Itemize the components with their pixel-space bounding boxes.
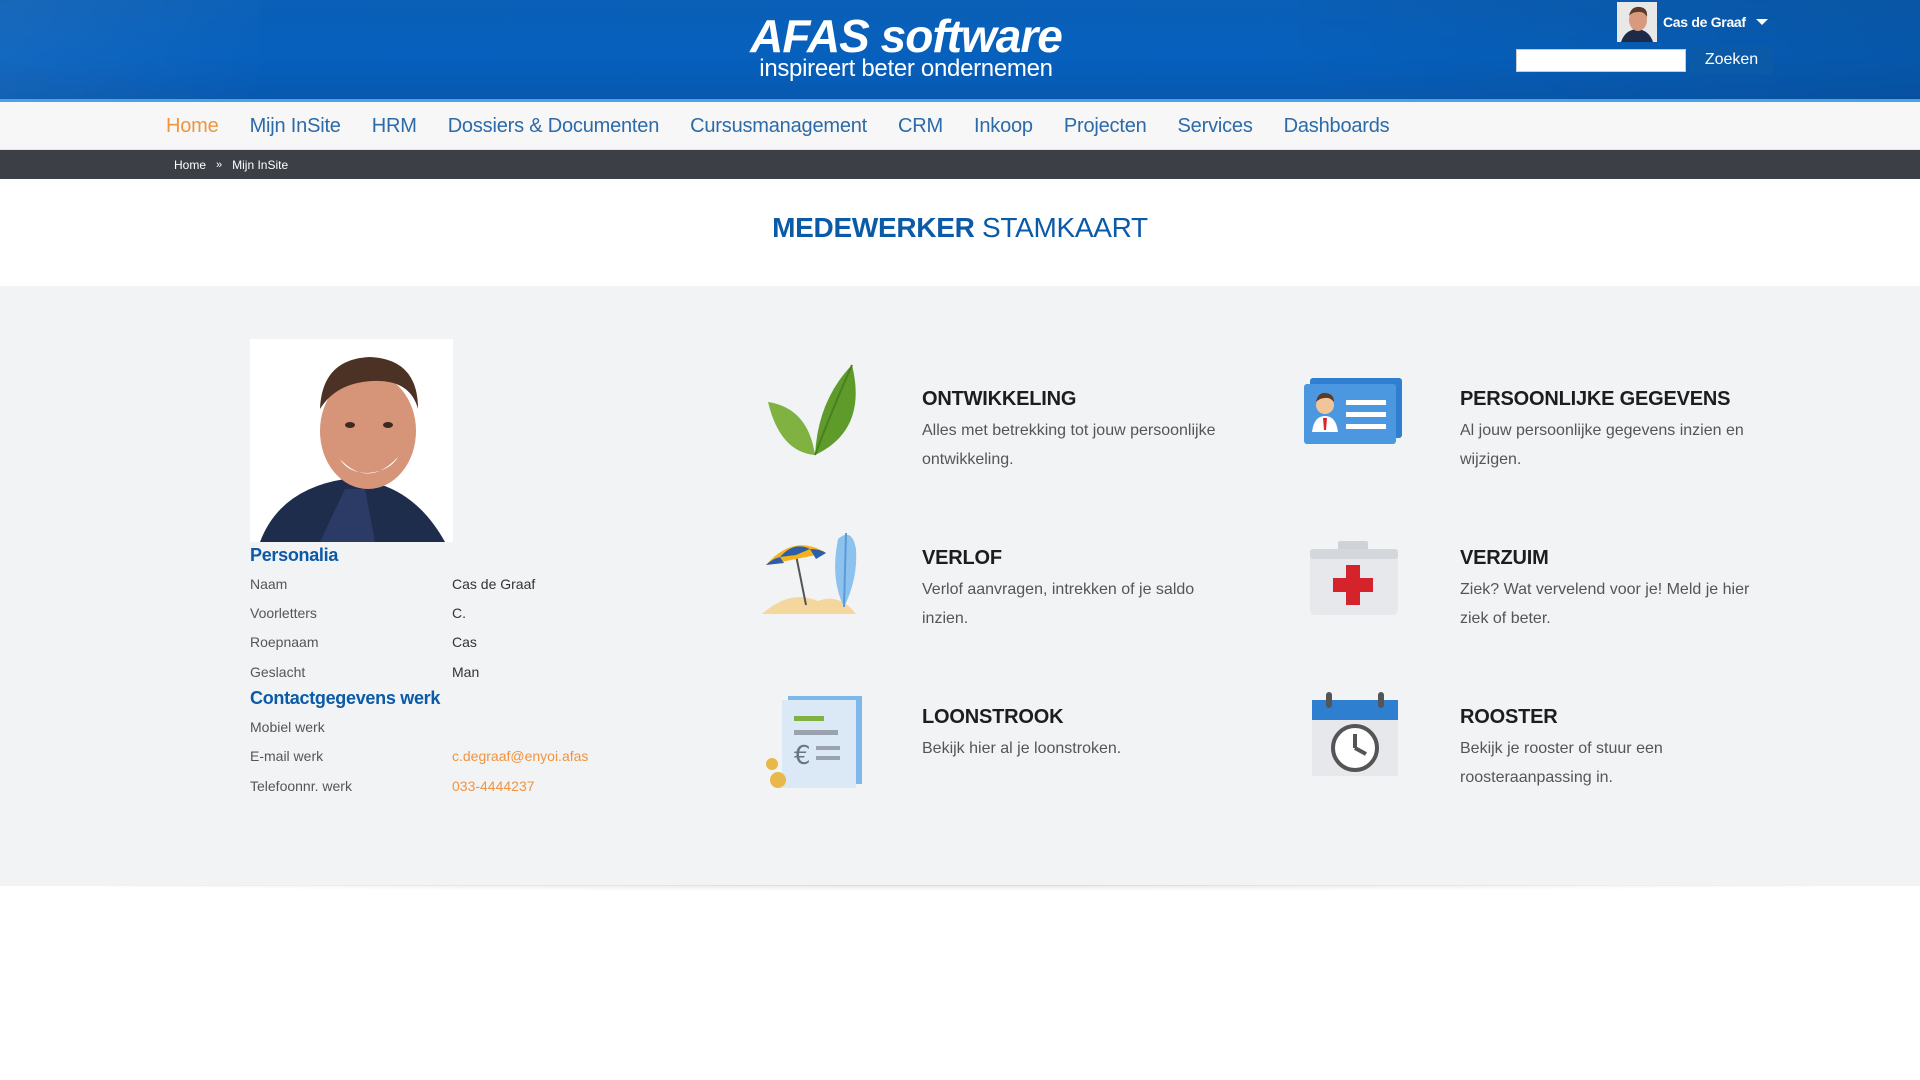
- chevron-down-icon: [1755, 19, 1768, 25]
- field-label: E-mail werk: [250, 747, 324, 764]
- field-label: Telefoonnr. werk: [250, 777, 352, 794]
- tile-ontwikkeling[interactable]: ONTWIKKELING Alles met betrekking tot jo…: [760, 360, 1280, 480]
- contact-row-mobiel: Mobiel werk: [250, 712, 650, 741]
- search-input[interactable]: [1516, 49, 1686, 72]
- leaf-icon: [768, 364, 856, 456]
- field-label: Naam: [250, 575, 288, 592]
- nav-item-inkoop[interactable]: Inkoop: [974, 115, 1033, 138]
- field-value: C.: [452, 604, 466, 621]
- tile-title: ROOSTER: [1460, 706, 1558, 728]
- tile-description: Bekijk hier al je loonstroken.: [922, 740, 1122, 757]
- personalia-row-voorletters: Voorletters C.: [250, 598, 650, 627]
- search-button[interactable]: Zoeken: [1690, 45, 1773, 74]
- field-label: Roepnaam: [250, 633, 319, 650]
- tile-description: Ziek? Wat vervelend voor je! Meld je hie…: [1460, 581, 1750, 627]
- phone-link[interactable]: 033-4444237: [452, 778, 535, 794]
- personalia-row-naam: Naam Cas de Graaf: [250, 569, 650, 598]
- field-value: Cas de Graaf: [452, 575, 536, 592]
- main-navigation: Home Mijn InSite HRM Dossiers & Document…: [0, 102, 1920, 150]
- svg-text:€: €: [794, 741, 811, 771]
- field-label: Geslacht: [250, 663, 306, 680]
- first-aid-kit-icon: [1310, 541, 1398, 615]
- tile-loonstrook[interactable]: € LOONSTROOK Bekijk hier al je loonstrok…: [760, 678, 1280, 798]
- brand-logo[interactable]: AFAS software inspireert beter onderneme…: [746, 8, 1066, 82]
- id-card-icon: [1304, 378, 1402, 444]
- tile-title: VERLOF: [922, 547, 1002, 569]
- contact-row-email: E-mail werk c.degraaf@enyoi.afas: [250, 741, 650, 770]
- tile-description: Alles met betrekking tot jouw persoonlij…: [922, 422, 1216, 468]
- field-label: Mobiel werk: [250, 718, 325, 735]
- user-avatar: [1617, 2, 1657, 42]
- user-menu[interactable]: Cas de Graaf: [1617, 2, 1768, 42]
- nav-item-services[interactable]: Services: [1178, 115, 1253, 138]
- site-header: AFAS software inspireert beter onderneme…: [0, 0, 1920, 102]
- personalia-row-roepnaam: Roepnaam Cas: [250, 627, 650, 656]
- calendar-clock-icon: [1312, 692, 1398, 776]
- header-decoration: [0, 0, 260, 102]
- nav-item-home[interactable]: Home: [166, 115, 219, 138]
- nav-item-mijn-insite[interactable]: Mijn InSite: [250, 115, 341, 138]
- user-name: Cas de Graaf: [1663, 14, 1746, 30]
- nav-item-dashboards[interactable]: Dashboards: [1284, 115, 1390, 138]
- nav-item-hrm[interactable]: HRM: [372, 115, 417, 138]
- content-shadow: [0, 885, 1920, 891]
- field-value: Man: [452, 663, 480, 680]
- tile-persoonlijke-gegevens[interactable]: PERSOONLIJKE GEGEVENS Al jouw persoonlij…: [1298, 360, 1818, 480]
- breadcrumb: Home » Mijn InSite: [0, 150, 1920, 179]
- breadcrumb-home[interactable]: Home: [174, 158, 206, 172]
- tile-rooster[interactable]: ROOSTER Bekijk je rooster of stuur een r…: [1298, 678, 1818, 798]
- nav-item-projecten[interactable]: Projecten: [1064, 115, 1147, 138]
- nav-item-cursusmanagement[interactable]: Cursusmanagement: [690, 115, 867, 138]
- tile-title: LOONSTROOK: [922, 706, 1064, 728]
- nav-item-crm[interactable]: CRM: [898, 115, 943, 138]
- contact-heading: Contactgegevens werk: [250, 688, 441, 708]
- tile-description: Verlof aanvragen, intrekken of je saldo …: [922, 581, 1195, 627]
- contact-row-telefoon: Telefoonnr. werk 033-4444237: [250, 771, 650, 800]
- page-title-rest: STAMKAART: [981, 212, 1148, 243]
- tile-title: PERSOONLIJKE GEGEVENS: [1460, 388, 1731, 410]
- breadcrumb-separator: »: [216, 158, 223, 171]
- nav-item-dossiers-documenten[interactable]: Dossiers & Documenten: [448, 115, 660, 138]
- tile-title: ONTWIKKELING: [922, 388, 1077, 410]
- tile-verlof[interactable]: VERLOF Verlof aanvragen, intrekken of je…: [760, 519, 1280, 639]
- field-label: Voorletters: [250, 604, 317, 621]
- tile-description: Al jouw persoonlijke gegevens inzien en …: [1460, 422, 1744, 468]
- page-title-bold: MEDEWERKER: [772, 212, 975, 243]
- email-link[interactable]: c.degraaf@enyoi.afas: [452, 748, 588, 764]
- brand-tagline: inspireert beter ondernemen: [759, 55, 1053, 82]
- personalia-row-geslacht: Geslacht Man: [250, 657, 650, 686]
- tile-description: Bekijk je rooster of stuur een roosteraa…: [1460, 740, 1663, 786]
- field-value: Cas: [452, 633, 477, 650]
- breadcrumb-current[interactable]: Mijn InSite: [232, 158, 288, 172]
- tile-title: VERZUIM: [1460, 547, 1549, 569]
- payslip-euro-icon: €: [766, 696, 862, 788]
- employee-photo: [250, 339, 453, 542]
- tile-verzuim[interactable]: VERZUIM Ziek? Wat vervelend voor je! Mel…: [1298, 519, 1818, 639]
- page-title: MEDEWERKER STAMKAART: [0, 212, 1920, 244]
- personalia-heading: Personalia: [250, 545, 339, 565]
- beach-umbrella-icon: [762, 532, 857, 614]
